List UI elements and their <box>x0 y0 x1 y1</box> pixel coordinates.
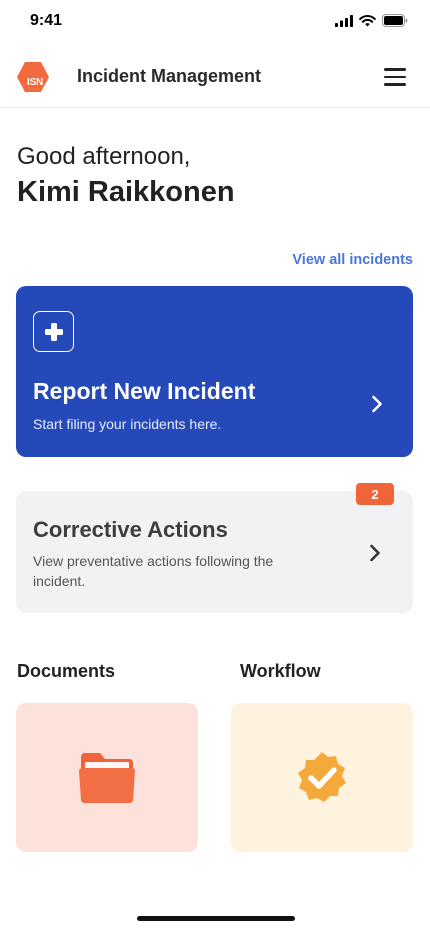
app-title: Incident Management <box>77 66 262 86</box>
hamburger-menu-icon <box>384 68 406 71</box>
app-header: ISN Incident Management <box>0 52 430 108</box>
battery-icon <box>382 14 408 27</box>
corrective-actions-description: View preventative actions following the … <box>33 553 274 589</box>
greeting-text: Good afternoon, <box>17 143 191 170</box>
logo-text: ISN <box>27 77 44 88</box>
workflow-tile[interactable] <box>231 703 413 852</box>
folder-icon <box>79 752 135 803</box>
report-new-incident-card[interactable]: Report New Incident Start filing your in… <box>16 286 413 457</box>
app-logo: ISN <box>16 60 50 94</box>
report-card-title: Report New Incident <box>33 378 256 404</box>
wifi-icon <box>359 14 376 26</box>
report-card-subtitle: Start filing your incidents here. <box>33 416 222 432</box>
user-name: Kimi Raikkonen <box>17 176 235 208</box>
notification-badge: 2 <box>356 483 394 505</box>
plus-glyph <box>44 322 63 341</box>
home-indicator <box>137 916 295 921</box>
status-icons <box>335 14 408 27</box>
corrective-actions-title: Corrective Actions <box>33 517 228 542</box>
status-time: 9:41 <box>30 12 63 29</box>
menu-button[interactable] <box>384 64 410 90</box>
workflow-label: Workflow <box>240 661 321 681</box>
cellular-signal-icon <box>335 14 353 27</box>
documents-label: Documents <box>17 661 116 681</box>
hamburger-line <box>384 75 406 79</box>
corrective-actions-card[interactable]: 2 Corrective Actions View preventative a… <box>16 483 413 613</box>
verified-badge-icon <box>298 751 346 802</box>
view-all-incidents-link[interactable]: View all incidents <box>292 252 413 268</box>
plus-icon <box>33 311 74 352</box>
documents-tile[interactable] <box>16 703 198 852</box>
chevron-right-icon <box>372 395 382 413</box>
hamburger-line <box>384 83 406 86</box>
chevron-right-icon <box>370 544 380 562</box>
status-bar: 9:41 <box>0 0 430 44</box>
